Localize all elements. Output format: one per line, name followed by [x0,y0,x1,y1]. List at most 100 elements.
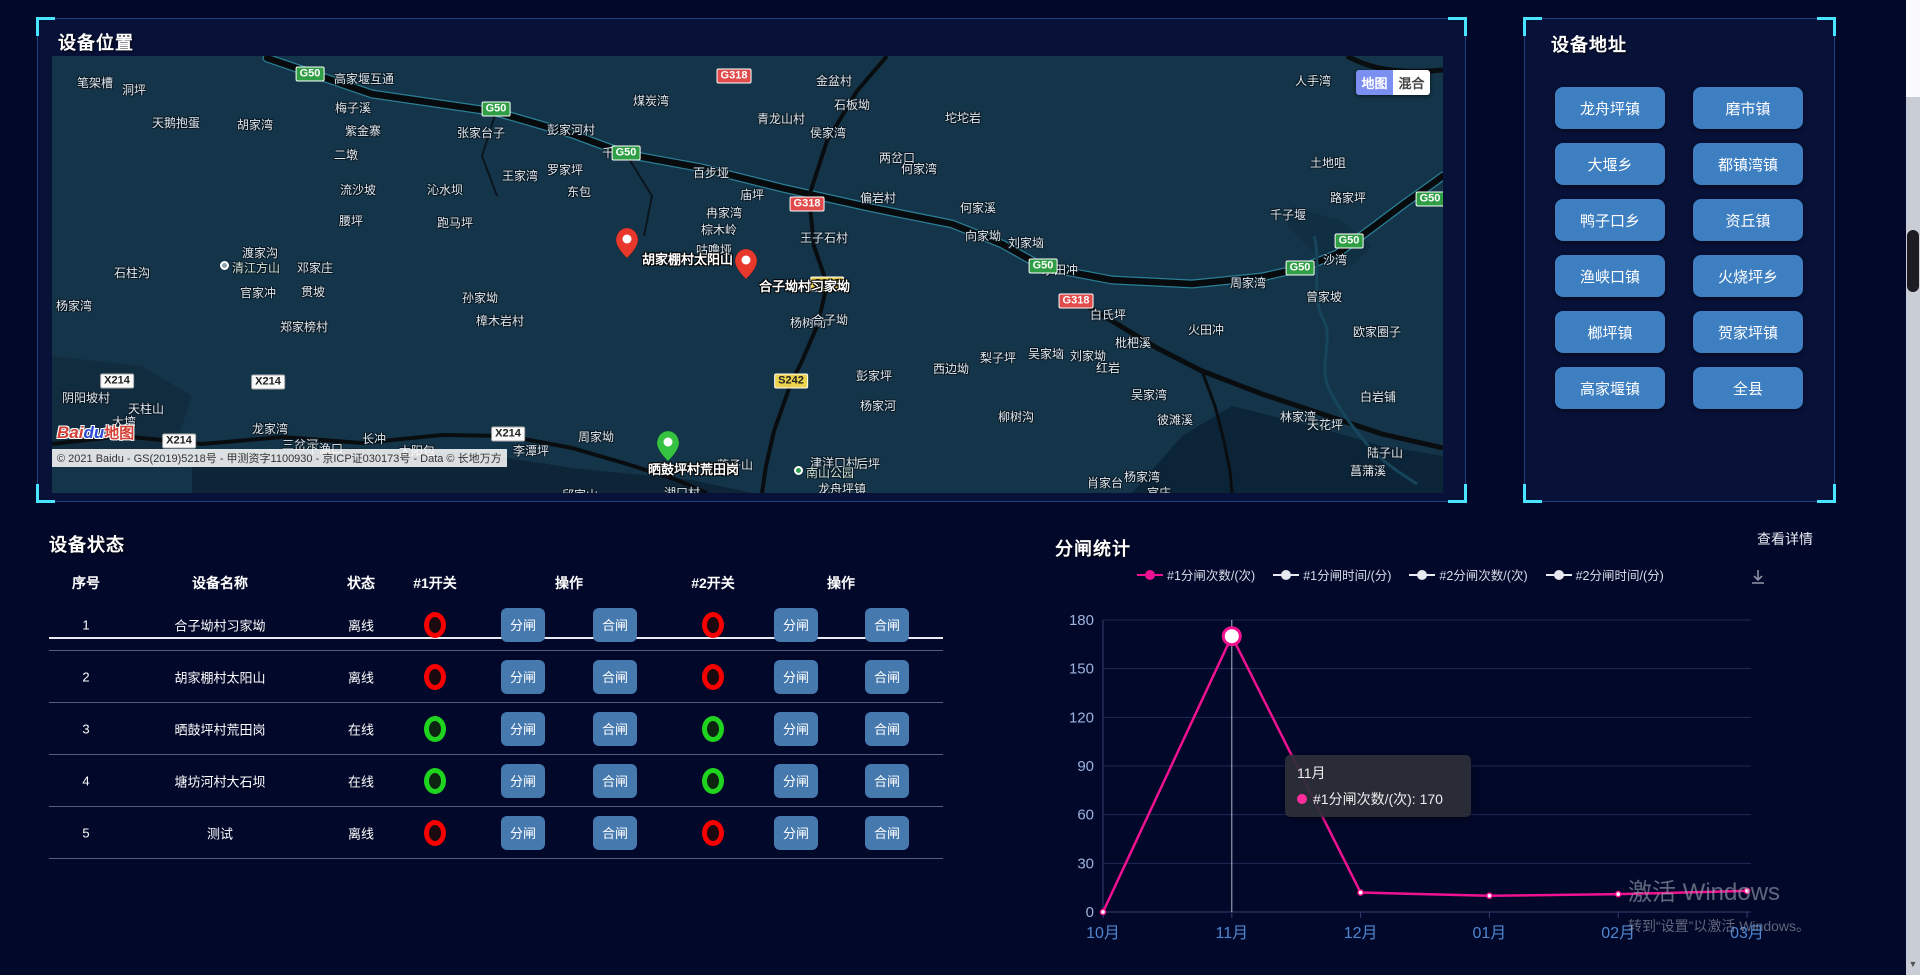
map-place-label: 周家湾 [1230,274,1266,291]
scenic-poi-icon [220,261,229,270]
open-switch-button[interactable]: 分闸 [501,816,545,850]
address-button[interactable]: 都镇湾镇 [1693,143,1803,185]
map-place-label: 西边坳 [933,360,969,377]
scrollbar-down-arrow[interactable]: ▼ [1906,959,1920,969]
map-place-label: 官庄 [1147,484,1171,493]
svg-text:90: 90 [1077,758,1094,775]
page-scrollbar[interactable]: ▼ [1906,0,1920,975]
close-switch-button[interactable]: 合闸 [865,608,909,642]
map-place-label: 柳树沟 [998,408,1034,425]
map-place-label: 侯家湾 [810,124,846,141]
map-place-label: 曾家坡 [1306,288,1342,305]
close-switch-button[interactable]: 合闸 [865,712,909,746]
map-place-label: 偏岩村 [860,189,896,206]
road-shield: G318 [717,69,752,84]
map-poi-label: 南山公园 [806,464,854,481]
tooltip-series-dot [1297,794,1307,804]
open-switch-button[interactable]: 分闸 [774,608,818,642]
line-chart[interactable]: 030609012015018010月11月12月01月02月03月 [1047,527,1905,975]
address-button[interactable]: 全县 [1693,367,1803,409]
scrollbar-thumb[interactable] [1907,230,1919,292]
svg-text:01月: 01月 [1472,925,1506,942]
address-button[interactable]: 榔坪镇 [1555,311,1665,353]
map-place-label: 菖蒲溪 [1350,462,1386,479]
address-button[interactable]: 高家堰镇 [1555,367,1665,409]
map-type-option-idle[interactable]: 混合 [1393,70,1430,95]
map-place-label: 白氏坪 [1090,306,1126,323]
map-place-label: 张家台子 [457,124,505,141]
open-switch-button[interactable]: 分闸 [501,764,545,798]
open-switch-button[interactable]: 分闸 [774,660,818,694]
table-row: 1合子坳村习家坳离线分闸合闸分闸合闸 [49,599,943,651]
column-header: 序号 [72,573,100,593]
map-place-label: 人手湾 [1295,72,1331,89]
switch1-indicator [424,612,446,638]
svg-text:180: 180 [1069,612,1094,629]
map-place-label: 杨家河 [860,397,896,414]
address-button[interactable]: 鸭子口乡 [1555,199,1665,241]
close-switch-button[interactable]: 合闸 [593,764,637,798]
close-switch-button[interactable]: 合闸 [593,712,637,746]
open-switch-button[interactable]: 分闸 [501,608,545,642]
close-switch-button[interactable]: 合闸 [865,764,909,798]
address-button[interactable]: 大堰乡 [1555,143,1665,185]
scrollbar-top-segment [1906,0,1920,97]
address-button[interactable]: 龙舟坪镇 [1555,87,1665,129]
map-place-label: 胡家湾 [237,116,273,133]
map-place-label: 跑马坪 [437,214,473,231]
map-type-option-active[interactable]: 地图 [1356,70,1393,95]
open-switch-button[interactable]: 分闸 [774,712,818,746]
address-button[interactable]: 火烧坪乡 [1693,255,1803,297]
road-shield: S242 [774,374,808,389]
open-switch-button[interactable]: 分闸 [774,764,818,798]
map-place-label: 向家坳 [965,227,1001,244]
device-status-table: 序号设备名称状态#1开关操作#2开关操作 1合子坳村习家坳离线分闸合闸分闸合闸2… [49,565,943,859]
column-header: #2开关 [691,573,735,593]
device-name: 胡家棚村太阳山 [174,667,265,686]
column-header: 状态 [347,573,375,593]
corner-bracket [1817,17,1836,36]
device-address-panel: 设备地址 龙舟坪镇磨市镇大堰乡都镇湾镇鸭子口乡资丘镇渔峡口镇火烧坪乡榔坪镇贺家坪… [1524,18,1835,502]
column-header: 操作 [827,573,855,593]
switch1-indicator [424,664,446,690]
map-place-label: 杨家湾 [1124,468,1160,485]
map-pin-label: 合子坳村习家坳 [759,276,850,295]
corner-bracket [1448,17,1467,36]
open-switch-button[interactable]: 分闸 [501,712,545,746]
close-switch-button[interactable]: 合闸 [593,608,637,642]
address-button[interactable]: 资丘镇 [1693,199,1803,241]
close-switch-button[interactable]: 合闸 [593,816,637,850]
address-button[interactable]: 贺家坪镇 [1693,311,1803,353]
open-switch-button[interactable]: 分闸 [774,816,818,850]
address-panel-title: 设备地址 [1551,31,1627,57]
table-row: 2胡家棚村太阳山离线分闸合闸分闸合闸 [49,651,943,703]
status-section-title: 设备状态 [49,531,125,557]
map-place-label: 百步垭 [693,164,729,181]
map-place-label: 彭家河村 [547,121,595,138]
switch1-indicator [424,820,446,846]
map-pin-red[interactable] [735,249,757,284]
map-pin-red[interactable] [616,228,638,263]
road-shield: X214 [162,434,196,449]
map-place-label: 后坪 [856,455,880,472]
close-switch-button[interactable]: 合闸 [865,816,909,850]
map-place-label: 肖家台 [1087,474,1123,491]
svg-text:10月: 10月 [1086,925,1120,942]
map-place-label: 梨子坪 [980,349,1016,366]
open-switch-button[interactable]: 分闸 [501,660,545,694]
close-switch-button[interactable]: 合闸 [865,660,909,694]
baidu-map[interactable]: 笔架槽洞坪天鹅抱蛋胡家湾高家堰互通梅子溪紫金寨二墩流沙坡腰坪渡家沟邓家庄官家冲郑… [52,56,1443,493]
close-switch-button[interactable]: 合闸 [593,660,637,694]
map-place-label: 石柱沟 [114,264,150,281]
address-button[interactable]: 磨市镇 [1693,87,1803,129]
map-place-label: 坨坨岩 [945,109,981,126]
road-shield: G50 [296,67,325,82]
row-index: 3 [82,721,89,736]
status-text: 离线 [348,823,374,842]
map-place-label: 樟木岩村 [476,312,524,329]
address-button[interactable]: 渔峡口镇 [1555,255,1665,297]
map-place-label: 龙家湾 [252,420,288,437]
map-place-label: 罗家坪 [547,161,583,178]
map-type-toggle[interactable]: 地图混合 [1356,70,1430,95]
map-place-label: 杨家湾 [56,297,92,314]
